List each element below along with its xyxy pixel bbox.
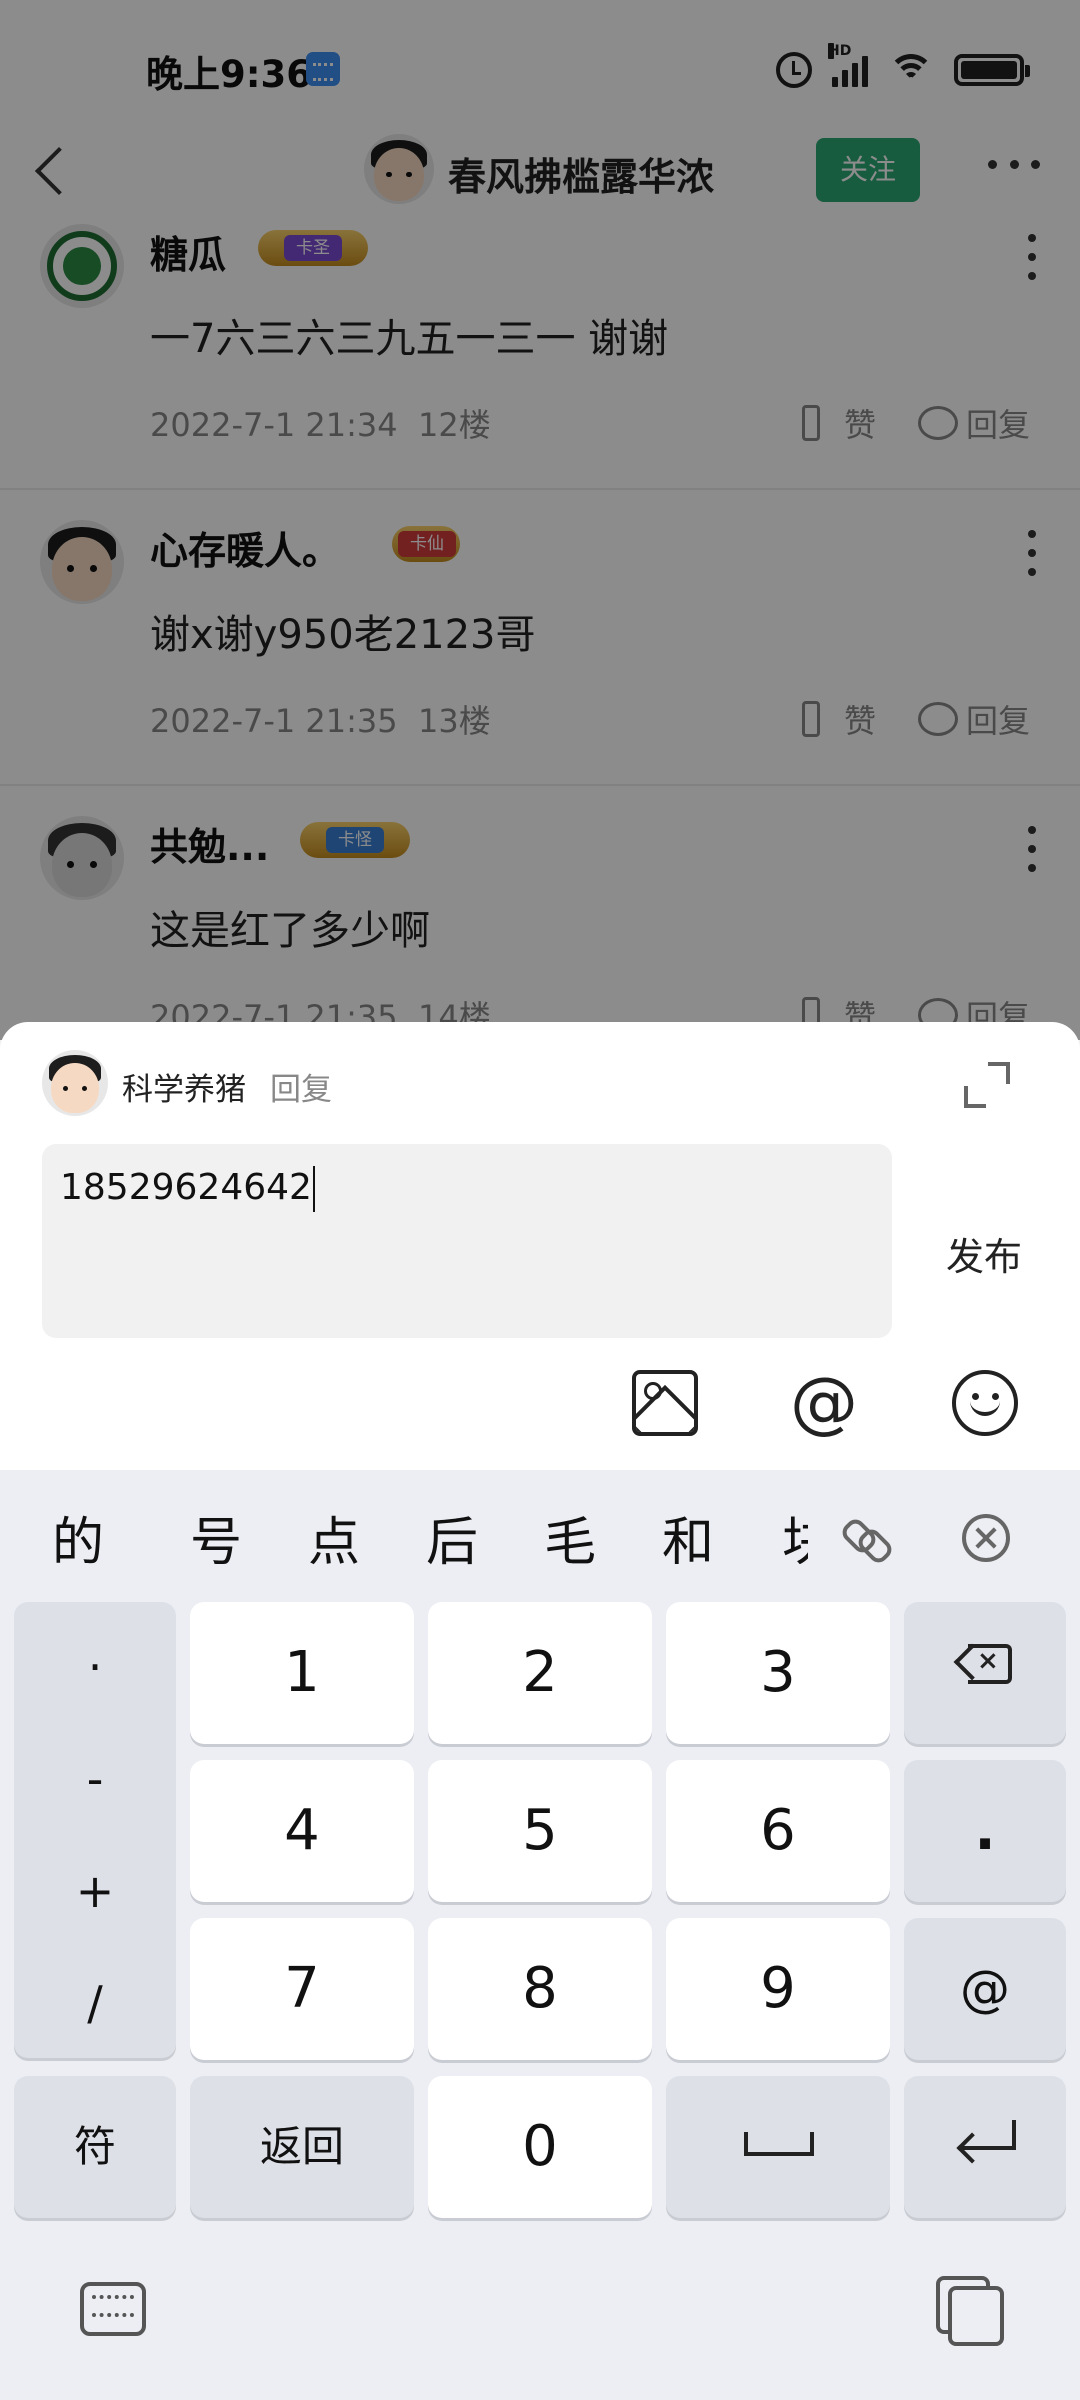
publish-button[interactable]: 发布 (946, 1226, 1022, 1281)
space-key[interactable] (666, 2076, 890, 2218)
dot-key[interactable]: . (904, 1760, 1066, 1902)
key-1[interactable]: 1 (190, 1602, 414, 1744)
reply-input[interactable]: 18529624642 (42, 1144, 892, 1338)
key-5[interactable]: 5 (428, 1760, 652, 1902)
keyboard-switch-icon[interactable] (80, 2282, 146, 2336)
candidate-bar: 的 号 点 后 毛 和 块 (0, 1470, 1080, 1590)
candidate-item[interactable]: 和 (662, 1500, 714, 1575)
key-4[interactable]: 4 (190, 1760, 414, 1902)
enter-icon (956, 2120, 1016, 2160)
candidate-item[interactable]: 块 (782, 1500, 808, 1564)
key-8[interactable]: 8 (428, 1918, 652, 2060)
candidate-item[interactable]: 后 (426, 1500, 478, 1575)
modal-dim-overlay[interactable] (0, 0, 1080, 1040)
reply-sheet: 科学养猪 回复 18529624642 发布 @ (0, 1022, 1080, 1470)
reply-target-avatar (42, 1050, 108, 1116)
image-icon[interactable] (632, 1370, 698, 1436)
text-caret (312, 1166, 315, 1212)
symbol-key[interactable]: + (14, 1864, 176, 1918)
clipboard-icon[interactable] (936, 2276, 1004, 2346)
reply-target-name: 科学养猪 (122, 1072, 246, 1108)
reply-label: 回复 (270, 1072, 332, 1108)
candidate-item[interactable]: 毛 (544, 1500, 596, 1575)
space-icon (744, 2132, 814, 2156)
symbol-column[interactable]: · - + / (14, 1602, 176, 2058)
symbols-key[interactable]: 符 (14, 2076, 176, 2218)
candidate-item[interactable]: 点 (308, 1500, 360, 1575)
key-3[interactable]: 3 (666, 1602, 890, 1744)
reply-input-value: 18529624642 (60, 1167, 312, 1208)
key-0[interactable]: 0 (428, 2076, 652, 2218)
candidate-item[interactable]: 的 (52, 1500, 104, 1575)
key-2[interactable]: 2 (428, 1602, 652, 1744)
at-key[interactable]: @ (904, 1918, 1066, 2060)
expand-icon[interactable] (962, 1060, 1012, 1110)
symbol-key[interactable]: · (14, 1640, 176, 1694)
return-key[interactable]: 返回 (190, 2076, 414, 2218)
close-circle-icon[interactable] (962, 1514, 1010, 1562)
key-7[interactable]: 7 (190, 1918, 414, 2060)
key-6[interactable]: 6 (666, 1760, 890, 1902)
key-9[interactable]: 9 (666, 1918, 890, 2060)
symbol-key[interactable]: / (14, 1976, 176, 2030)
backspace-key[interactable]: × (904, 1602, 1066, 1744)
link-icon[interactable] (840, 1514, 892, 1560)
emoji-icon[interactable] (952, 1370, 1018, 1436)
symbol-key[interactable]: - (14, 1752, 176, 1806)
enter-key[interactable] (904, 2076, 1066, 2218)
keyboard-bottom-bar (0, 2250, 1080, 2400)
candidate-item[interactable]: 号 (190, 1500, 242, 1575)
at-mention-icon[interactable]: @ (790, 1369, 858, 1437)
post-detail-page: 晚上9:36 HD 春风拂槛露华浓 关注 糖瓜 卡圣 一7六三六三九五一三一 谢… (0, 0, 1080, 1040)
